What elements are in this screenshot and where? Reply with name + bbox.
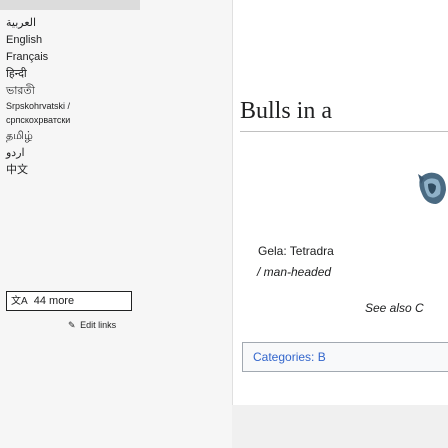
language-link[interactable]: ভারতী bbox=[6, 84, 136, 98]
edit-links-link[interactable]: ✎ Edit links bbox=[68, 320, 116, 331]
language-link[interactable]: العربية bbox=[6, 16, 136, 30]
page-title: Bulls in a bbox=[240, 98, 333, 124]
more-languages-label: 44 more bbox=[33, 295, 75, 307]
language-link[interactable]: English bbox=[6, 33, 136, 47]
language-link[interactable]: 中文 bbox=[6, 163, 136, 177]
title-divider bbox=[240, 131, 448, 132]
more-languages-button[interactable]: 文A 44 more bbox=[6, 291, 132, 311]
language-link[interactable]: Français bbox=[6, 50, 136, 64]
description-line-1: Gela: Tetradra bbox=[258, 244, 334, 258]
language-link[interactable]: اردو bbox=[6, 146, 136, 160]
language-link[interactable]: தமிழ் bbox=[6, 129, 136, 143]
categories-link[interactable]: Categories: B bbox=[253, 350, 326, 364]
language-link[interactable]: српскохрватски bbox=[6, 115, 136, 126]
sidebar-top-strip bbox=[0, 0, 140, 10]
article-footer-area bbox=[232, 405, 448, 448]
language-sidebar: العربية English Français हिन्दी ভারতী Srpskoh… bbox=[0, 0, 140, 448]
language-list: العربية English Français हिन्दी ভারতী Srpskoh… bbox=[6, 16, 136, 180]
language-icon: 文A bbox=[11, 296, 28, 307]
language-link[interactable]: हिन्दी bbox=[6, 67, 136, 81]
description-line-2: / man-headed bbox=[257, 265, 332, 279]
edit-links-label: Edit links bbox=[80, 320, 117, 330]
categories-box: Categories: B bbox=[242, 342, 448, 372]
bull-figure-image[interactable] bbox=[418, 164, 448, 210]
article-content bbox=[232, 0, 448, 448]
pencil-icon: ✎ bbox=[68, 320, 76, 330]
language-link[interactable]: Srpskohrvatski / bbox=[6, 101, 136, 112]
bull-figure-illustration bbox=[418, 164, 448, 210]
see-also-link[interactable]: See also C bbox=[365, 301, 424, 315]
